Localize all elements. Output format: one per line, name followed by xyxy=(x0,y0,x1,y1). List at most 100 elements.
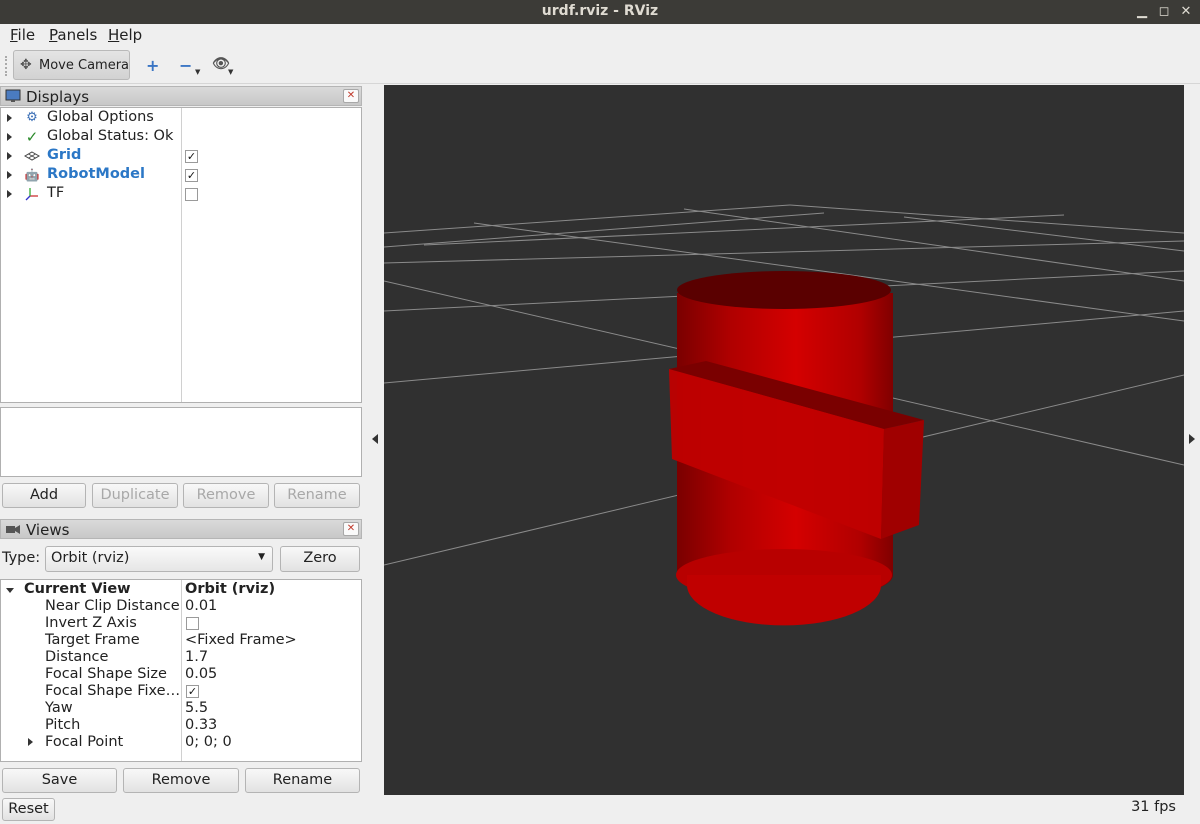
move-camera-button[interactable]: ✥ Move Camera xyxy=(13,50,130,80)
menu-help-label: elp xyxy=(119,26,143,44)
expand-arrow-icon[interactable] xyxy=(7,171,12,179)
view-type-select[interactable]: Orbit (rviz) ▼ xyxy=(45,546,273,572)
prop-value[interactable]: 0.01 xyxy=(185,598,217,614)
invert-z-checkbox[interactable] xyxy=(186,617,199,630)
display-label: TF xyxy=(47,185,65,201)
collapse-left-dock-icon[interactable] xyxy=(372,434,378,444)
prop-name: Invert Z Axis xyxy=(45,615,137,631)
expand-arrow-icon[interactable] xyxy=(7,133,12,141)
robotmodel-enabled-checkbox[interactable]: ✓ xyxy=(185,169,198,182)
prop-name: Focal Shape Size xyxy=(45,666,167,682)
displays-panel-header: Displays ✕ xyxy=(0,86,362,106)
displays-title: Displays xyxy=(26,88,90,106)
prop-value[interactable]: 0.33 xyxy=(185,717,217,733)
menu-file-label: ile xyxy=(17,26,36,44)
prop-name: Near Clip Distance xyxy=(45,598,180,614)
move-camera-label: Move Camera xyxy=(39,58,130,73)
robot-icon: 🤖 xyxy=(24,168,40,182)
window-title-bar: urdf.rviz - RViz ▁ ◻ ✕ xyxy=(0,0,1200,24)
toolbar-grip[interactable] xyxy=(5,56,8,76)
displays-close-button[interactable]: ✕ xyxy=(343,89,359,103)
menu-help[interactable]: Help xyxy=(108,26,142,44)
render-viewport[interactable] xyxy=(384,85,1184,795)
display-row-tf[interactable]: TF xyxy=(1,185,361,204)
view-properties-tree: Current View Orbit (rviz) Near Clip Dist… xyxy=(0,579,362,762)
prop-row[interactable]: Pitch 0.33 xyxy=(1,717,361,734)
add-display-button[interactable]: Add xyxy=(2,483,86,508)
prop-value[interactable]: 0; 0; 0 xyxy=(185,734,232,750)
fps-readout: 31 fps xyxy=(1131,799,1176,815)
views-title: Views xyxy=(26,521,70,539)
scene-render xyxy=(384,204,1184,626)
expand-arrow-icon[interactable] xyxy=(7,152,12,160)
remove-tool-dropdown-icon[interactable]: ▼ xyxy=(195,68,200,76)
views-panel-header: Views ✕ xyxy=(0,519,362,539)
rename-view-button[interactable]: Rename xyxy=(245,768,360,793)
expand-arrow-icon[interactable] xyxy=(7,114,12,122)
display-label: Global Status: Ok xyxy=(47,128,174,144)
menu-panels-label: anels xyxy=(57,26,98,44)
prop-value[interactable]: 5.5 xyxy=(185,700,208,716)
status-bar: Reset 31 fps xyxy=(0,796,1200,824)
grid-enabled-checkbox[interactable]: ✓ xyxy=(185,150,198,163)
maximize-icon[interactable]: ◻ xyxy=(1154,2,1174,22)
prop-name: Pitch xyxy=(45,717,81,733)
display-label: Global Options xyxy=(47,109,154,125)
current-view-row[interactable]: Current View Orbit (rviz) xyxy=(1,581,361,598)
menu-panels[interactable]: Panels xyxy=(49,26,97,44)
save-view-button[interactable]: Save xyxy=(2,768,117,793)
prop-row[interactable]: Invert Z Axis xyxy=(1,615,361,632)
move-camera-icon: ✥ xyxy=(20,57,32,73)
tf-enabled-checkbox[interactable] xyxy=(185,188,198,201)
gear-icon: ⚙ xyxy=(26,110,38,125)
reset-button[interactable]: Reset xyxy=(2,798,55,821)
remove-view-button[interactable]: Remove xyxy=(123,768,239,793)
view-type-label: Type: xyxy=(2,550,41,566)
window-title: urdf.rviz - RViz xyxy=(541,3,659,19)
menu-file[interactable]: File xyxy=(10,26,35,44)
expand-arrow-icon[interactable] xyxy=(7,190,12,198)
monitor-icon xyxy=(5,89,21,102)
prop-name: Yaw xyxy=(45,700,73,716)
display-row-global-options[interactable]: ⚙ Global Options xyxy=(1,109,361,128)
camera-icon xyxy=(6,525,20,534)
focal-shape-fixed-checkbox[interactable]: ✓ xyxy=(186,685,199,698)
minimize-icon[interactable]: ▁ xyxy=(1132,2,1152,22)
axes-icon xyxy=(25,188,38,201)
current-view-label: Current View xyxy=(24,581,131,597)
display-row-global-status[interactable]: ✓ Global Status: Ok xyxy=(1,128,361,147)
prop-name: Focal Point xyxy=(45,734,124,750)
views-close-button[interactable]: ✕ xyxy=(343,522,359,536)
remove-tool-icon[interactable]: − xyxy=(179,56,192,75)
prop-name: Focal Shape Fixe… xyxy=(45,683,181,699)
duplicate-display-button[interactable]: Duplicate xyxy=(92,483,178,508)
view-dropdown-icon[interactable]: ▼ xyxy=(228,68,233,76)
prop-value[interactable]: <Fixed Frame> xyxy=(185,632,297,648)
add-tool-icon[interactable]: + xyxy=(146,56,159,75)
remove-display-button[interactable]: Remove xyxy=(183,483,269,508)
prop-row[interactable]: Target Frame <Fixed Frame> xyxy=(1,632,361,649)
expand-arrow-icon[interactable] xyxy=(28,738,33,746)
prop-value[interactable]: 1.7 xyxy=(185,649,208,665)
view-type-value: Orbit (rviz) xyxy=(51,550,130,566)
display-row-grid[interactable]: Grid ✓ xyxy=(1,147,361,166)
prop-row[interactable]: Focal Shape Size 0.05 xyxy=(1,666,361,683)
prop-row[interactable]: Yaw 5.5 xyxy=(1,700,361,717)
prop-row[interactable]: Distance 1.7 xyxy=(1,649,361,666)
toolbar: ✥ Move Camera + − ▼ 👁 ▼ xyxy=(0,46,1200,84)
zero-button[interactable]: Zero xyxy=(280,546,360,572)
close-icon[interactable]: ✕ xyxy=(1176,2,1196,22)
prop-value[interactable]: 0.05 xyxy=(185,666,217,682)
grid-icon xyxy=(24,151,40,161)
prop-row[interactable]: Near Clip Distance 0.01 xyxy=(1,598,361,615)
menu-file-accel: F xyxy=(10,26,18,44)
current-view-value: Orbit (rviz) xyxy=(185,581,276,597)
display-row-robotmodel[interactable]: 🤖 RobotModel ✓ xyxy=(1,166,361,185)
rename-display-button[interactable]: Rename xyxy=(274,483,360,508)
prop-row[interactable]: Focal Point 0; 0; 0 xyxy=(1,734,361,751)
displays-tree: ⚙ Global Options ✓ Global Status: Ok Gri… xyxy=(0,107,362,403)
collapse-right-dock-icon[interactable] xyxy=(1189,434,1195,444)
display-description-box xyxy=(0,407,362,477)
collapse-arrow-icon[interactable] xyxy=(6,588,14,593)
prop-row[interactable]: Focal Shape Fixe… ✓ xyxy=(1,683,361,700)
